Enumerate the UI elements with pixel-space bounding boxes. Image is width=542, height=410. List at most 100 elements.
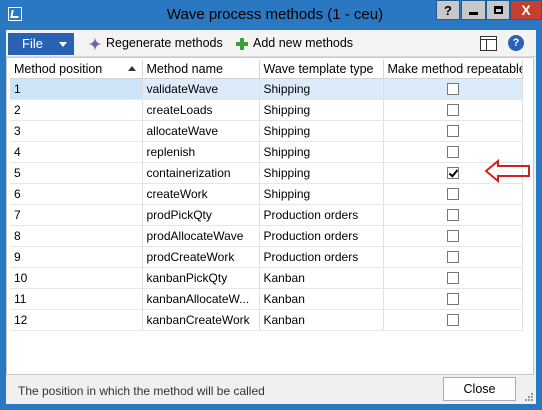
cell-method-position[interactable]: 4 bbox=[10, 141, 143, 163]
cell-method-position[interactable]: 11 bbox=[10, 288, 143, 310]
cell-method-position[interactable]: 8 bbox=[10, 225, 143, 247]
cell-method-position[interactable]: 3 bbox=[10, 120, 143, 142]
repeatable-checkbox[interactable] bbox=[446, 230, 459, 243]
cell-wave-template-type[interactable]: Kanban bbox=[259, 267, 384, 289]
cell-wave-template-type[interactable]: Shipping bbox=[259, 183, 384, 205]
repeatable-checkbox[interactable] bbox=[446, 83, 459, 96]
cell-wave-template-type[interactable]: Production orders bbox=[259, 225, 384, 247]
cell-method-name[interactable]: allocateWave bbox=[142, 120, 260, 142]
cell-method-position[interactable]: 9 bbox=[10, 246, 143, 268]
cell-method-name[interactable]: kanbanCreateWork bbox=[142, 309, 260, 331]
app-icon[interactable] bbox=[8, 7, 22, 21]
table-row[interactable]: 3 allocateWave Shipping bbox=[10, 120, 523, 142]
cell-method-name[interactable]: prodPickQty bbox=[142, 204, 260, 226]
column-header-wave-template-type[interactable]: Wave template type bbox=[259, 60, 384, 79]
cell-make-method-repeatable bbox=[383, 120, 523, 142]
repeatable-checkbox[interactable] bbox=[446, 251, 459, 264]
repeatable-checkbox[interactable] bbox=[446, 167, 459, 180]
repeatable-checkbox[interactable] bbox=[446, 209, 459, 222]
cell-method-name[interactable]: kanbanPickQty bbox=[142, 267, 260, 289]
cell-method-name[interactable]: replenish bbox=[142, 141, 260, 163]
resize-grip-icon[interactable] bbox=[524, 392, 534, 402]
red-arrow-annotation-icon bbox=[484, 159, 530, 183]
cell-make-method-repeatable bbox=[383, 288, 523, 310]
table-header-row: Method position Method name Wave templat… bbox=[10, 60, 523, 79]
cell-method-name[interactable]: kanbanAllocateW... bbox=[142, 288, 260, 310]
repeatable-checkbox[interactable] bbox=[446, 314, 459, 327]
cell-wave-template-type[interactable]: Shipping bbox=[259, 78, 384, 100]
table-row[interactable]: 1 validateWave Shipping bbox=[10, 78, 523, 100]
repeatable-checkbox[interactable] bbox=[446, 188, 459, 201]
repeatable-checkbox[interactable] bbox=[446, 272, 459, 285]
cell-wave-template-type[interactable]: Production orders bbox=[259, 204, 384, 226]
repeatable-checkbox[interactable] bbox=[446, 293, 459, 306]
table-row[interactable]: 4 replenish Shipping bbox=[10, 141, 523, 163]
maximize-button[interactable] bbox=[486, 0, 510, 20]
add-new-methods-button[interactable]: Add new methods bbox=[235, 35, 353, 51]
minimize-button[interactable] bbox=[461, 0, 486, 20]
table-row[interactable]: 10 kanbanPickQty Kanban bbox=[10, 267, 523, 289]
close-button[interactable]: Close bbox=[443, 377, 516, 401]
table-row[interactable]: 12 kanbanCreateWork Kanban bbox=[10, 309, 523, 331]
regenerate-methods-label: Regenerate methods bbox=[106, 36, 223, 50]
cell-make-method-repeatable bbox=[383, 267, 523, 289]
file-menu-button[interactable]: File bbox=[8, 33, 74, 55]
column-header-make-method-repeatable[interactable]: Make method repeatable bbox=[383, 60, 523, 79]
table-row[interactable]: 11 kanbanAllocateW... Kanban bbox=[10, 288, 523, 310]
cell-method-name[interactable]: validateWave bbox=[142, 78, 260, 100]
cell-make-method-repeatable bbox=[383, 309, 523, 331]
wave-process-methods-window: Wave process methods (1 - ceu) ? X File … bbox=[0, 0, 542, 410]
cell-wave-template-type[interactable]: Shipping bbox=[259, 162, 384, 184]
sort-ascending-icon bbox=[127, 66, 136, 71]
cell-make-method-repeatable bbox=[383, 246, 523, 268]
table-row[interactable]: 6 createWork Shipping bbox=[10, 183, 523, 205]
close-window-button[interactable]: X bbox=[510, 0, 542, 20]
cell-make-method-repeatable bbox=[383, 78, 523, 100]
repeatable-checkbox[interactable] bbox=[446, 104, 459, 117]
cell-method-name[interactable]: createWork bbox=[142, 183, 260, 205]
cell-method-name[interactable]: createLoads bbox=[142, 99, 260, 121]
title-bar[interactable]: Wave process methods (1 - ceu) ? X bbox=[0, 0, 542, 30]
cell-method-position[interactable]: 1 bbox=[10, 78, 143, 100]
status-text: The position in which the method will be… bbox=[18, 384, 265, 398]
table-row[interactable]: 8 prodAllocateWave Production orders bbox=[10, 225, 523, 247]
cell-wave-template-type[interactable]: Kanban bbox=[259, 309, 384, 331]
column-header-label: Method name bbox=[146, 61, 223, 76]
cell-method-name[interactable]: containerization bbox=[142, 162, 260, 184]
file-menu-label: File bbox=[22, 36, 43, 51]
client-area: File Regenerate methods Add new methods … bbox=[6, 30, 536, 404]
cell-wave-template-type[interactable]: Shipping bbox=[259, 120, 384, 142]
cell-method-position[interactable]: 2 bbox=[10, 99, 143, 121]
cell-make-method-repeatable bbox=[383, 204, 523, 226]
chevron-down-icon bbox=[59, 42, 67, 47]
column-header-method-position[interactable]: Method position bbox=[10, 60, 143, 79]
window-title: Wave process methods (1 - ceu) bbox=[166, 6, 384, 23]
table-row[interactable]: 2 createLoads Shipping bbox=[10, 99, 523, 121]
layout-icon[interactable] bbox=[480, 36, 497, 51]
cell-method-position[interactable]: 12 bbox=[10, 309, 143, 331]
help-icon[interactable]: ? bbox=[508, 35, 524, 51]
help-button[interactable]: ? bbox=[436, 0, 460, 20]
methods-grid[interactable]: Method position Method name Wave templat… bbox=[6, 57, 534, 375]
cell-wave-template-type[interactable]: Shipping bbox=[259, 141, 384, 163]
cell-method-name[interactable]: prodCreateWork bbox=[142, 246, 260, 268]
table-row[interactable]: 7 prodPickQty Production orders bbox=[10, 204, 523, 226]
methods-table: Method position Method name Wave templat… bbox=[10, 60, 523, 331]
cell-method-position[interactable]: 10 bbox=[10, 267, 143, 289]
cell-method-position[interactable]: 6 bbox=[10, 183, 143, 205]
table-row[interactable]: 9 prodCreateWork Production orders bbox=[10, 246, 523, 268]
regenerate-methods-button[interactable]: Regenerate methods bbox=[88, 35, 223, 51]
cell-wave-template-type[interactable]: Kanban bbox=[259, 288, 384, 310]
cell-make-method-repeatable bbox=[383, 99, 523, 121]
repeatable-checkbox[interactable] bbox=[446, 146, 459, 159]
column-header-method-name[interactable]: Method name bbox=[142, 60, 260, 79]
toolbar: File Regenerate methods Add new methods … bbox=[6, 30, 536, 57]
repeatable-checkbox[interactable] bbox=[446, 125, 459, 138]
maximize-icon bbox=[493, 6, 503, 14]
cell-method-name[interactable]: prodAllocateWave bbox=[142, 225, 260, 247]
cell-method-position[interactable]: 5 bbox=[10, 162, 143, 184]
cell-wave-template-type[interactable]: Production orders bbox=[259, 246, 384, 268]
table-row[interactable]: 5 containerization Shipping bbox=[10, 162, 523, 184]
cell-method-position[interactable]: 7 bbox=[10, 204, 143, 226]
cell-wave-template-type[interactable]: Shipping bbox=[259, 99, 384, 121]
